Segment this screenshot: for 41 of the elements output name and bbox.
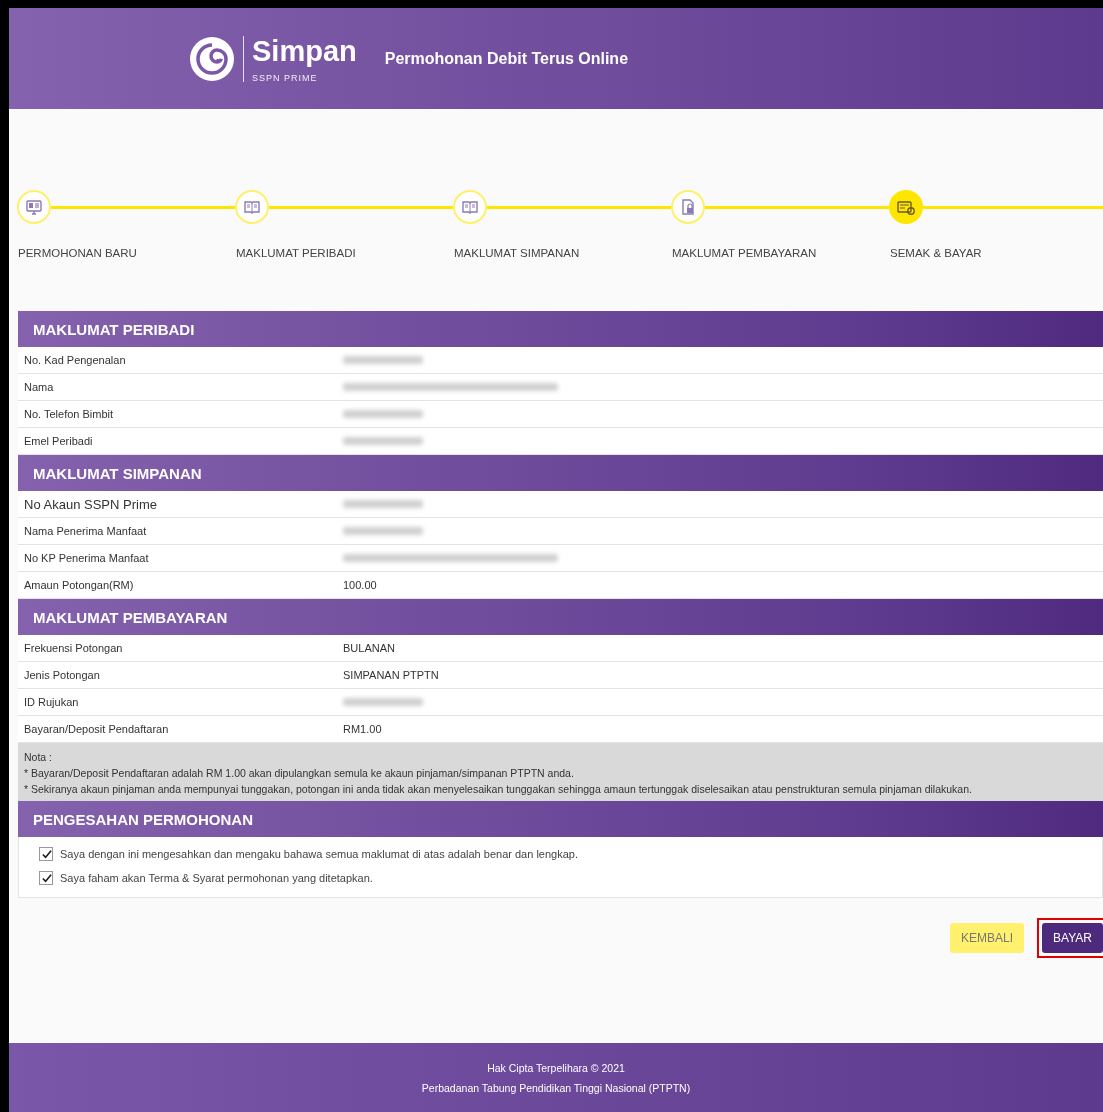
field-label: No Akaun SSPN Prime bbox=[23, 496, 158, 512]
field-label: Frekuensi Potongan bbox=[23, 642, 124, 654]
logo-title: Simpan bbox=[252, 34, 357, 67]
note-title: Nota : bbox=[24, 750, 53, 765]
back-button[interactable]: KEMBALI bbox=[950, 923, 1025, 953]
section-header: PENGESAHAN PERMOHONAN bbox=[18, 801, 1103, 837]
logo-subtitle: SSPN PRIME bbox=[252, 72, 319, 83]
note-text: * Sekiranya akaun pinjaman anda mempunyai tunggakan, potongan ini anda tidak akan menyelesaikan tunggakan sehingga amaun tertunggak diselesaikan atau penstrukturan semula pinjaman dilakukan. bbox=[24, 782, 973, 797]
section-header: MAKLUMAT PERIBADI bbox=[18, 311, 1103, 347]
step-label: MAKLUMAT PEMBAYARAN bbox=[671, 247, 818, 259]
field-label: ID Rujukan bbox=[23, 696, 80, 708]
monitor-icon bbox=[24, 197, 44, 217]
step-label: PERMOHONAN BARU bbox=[17, 247, 138, 259]
checkbox[interactable] bbox=[39, 871, 53, 885]
section-header: MAKLUMAT PEMBAYARAN bbox=[18, 599, 1103, 635]
footer-text: Hak Cipta Terpelihara © 2021 bbox=[487, 1061, 625, 1074]
field-label: No. Kad Pengenalan bbox=[23, 354, 127, 366]
step-label: SEMAK & BAYAR bbox=[889, 247, 983, 259]
section-header: MAKLUMAT SIMPANAN bbox=[18, 455, 1103, 491]
step-label: MAKLUMAT SIMPANAN bbox=[453, 247, 581, 259]
field-label: Nama Penerima Manfaat bbox=[23, 525, 148, 537]
step-label: MAKLUMAT PERIBADI bbox=[235, 247, 357, 259]
field-value: 100.00 bbox=[343, 579, 378, 591]
checkbox-label: Saya dengan ini mengesahkan dan mengaku bahawa semua maklumat di atas adalah benar dan lengkap. bbox=[60, 848, 578, 860]
checkbox[interactable] bbox=[39, 847, 53, 861]
field-label: Bayaran/Deposit Pendaftaran bbox=[23, 723, 170, 735]
field-label: No. Telefon Bimbit bbox=[23, 408, 115, 420]
field-value: RM1.00 bbox=[343, 723, 383, 735]
page-title: Permohonan Debit Terus Online bbox=[384, 49, 629, 68]
logo-icon bbox=[189, 35, 235, 82]
field-value: SIMPANAN PTPTN bbox=[343, 669, 440, 681]
note-text: * Bayaran/Deposit Pendaftaran adalah RM 1.00 akan dipulangkan semula ke akaun pinjaman/simpanan PTPTN anda. bbox=[24, 766, 575, 781]
pay-button[interactable]: BAYAR bbox=[1042, 923, 1103, 953]
field-label: Amaun Potongan(RM) bbox=[23, 579, 135, 591]
field-label: Emel Peribadi bbox=[23, 435, 94, 447]
field-label: Nama bbox=[23, 381, 55, 393]
footer-text: Perbadanan Tabung Pendidikan Tinggi Nasional (PTPTN) bbox=[421, 1081, 691, 1094]
checkbox-label: Saya faham akan Terma & Syarat permohonan yang ditetapkan. bbox=[60, 872, 373, 884]
field-label: Jenis Potongan bbox=[23, 669, 101, 681]
field-value: BULANAN bbox=[343, 642, 396, 654]
field-label: No KP Penerima Manfaat bbox=[23, 552, 150, 564]
